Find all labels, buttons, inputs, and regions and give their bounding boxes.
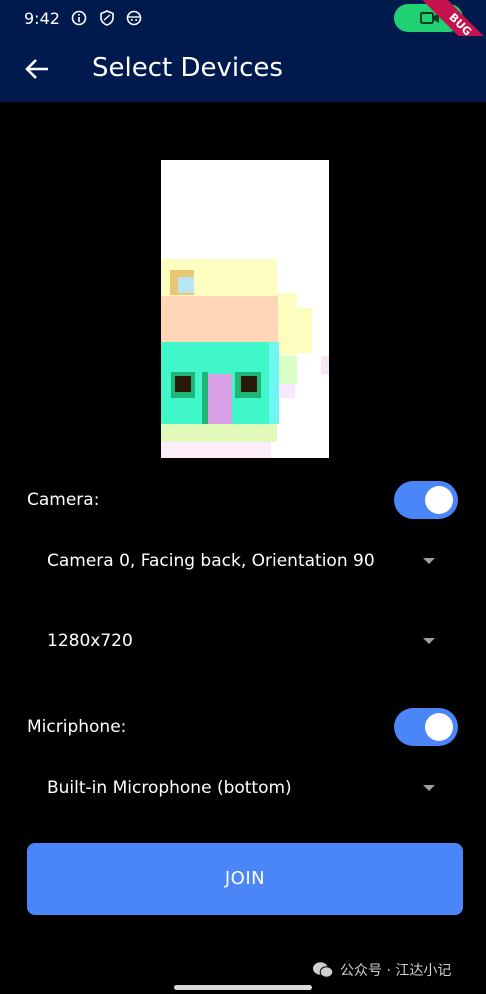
chevron-down-icon [423, 785, 435, 791]
status-time: 9:42 [24, 9, 60, 28]
microphone-label: Micriphone: [27, 717, 127, 737]
microphone-toggle[interactable] [394, 708, 458, 746]
microphone-device-dropdown[interactable]: Built-in Microphone (bottom) [47, 774, 437, 804]
status-bar: 9:42 BUG [0, 0, 486, 66]
camera-toggle-knob [425, 486, 453, 514]
camera-label: Camera: [27, 490, 100, 510]
camera-device-dropdown[interactable]: Camera 0, Facing back, Orientation 90 [47, 547, 437, 577]
microphone-device-value: Built-in Microphone (bottom) [47, 778, 292, 798]
join-button[interactable]: JOIN [27, 843, 463, 915]
chevron-down-icon [423, 638, 435, 644]
camera-preview-image [161, 160, 329, 458]
chevron-down-icon [423, 558, 435, 564]
microphone-toggle-knob [425, 713, 453, 741]
watermark-text: 公众号 · 江达小记 [340, 963, 452, 979]
resolution-value: 1280x720 [47, 631, 133, 651]
shield-icon [100, 10, 114, 26]
camera-preview [161, 160, 329, 458]
app-bar: Select Devices [0, 36, 486, 102]
page-title: Select Devices [92, 53, 283, 83]
wechat-icon [313, 962, 334, 978]
face-icon [126, 10, 142, 26]
home-indicator[interactable] [174, 985, 312, 990]
camera-device-value: Camera 0, Facing back, Orientation 90 [47, 551, 375, 571]
camera-toggle[interactable] [394, 481, 458, 519]
info-icon [71, 10, 87, 26]
resolution-dropdown[interactable]: 1280x720 [47, 627, 437, 657]
arrow-left-icon[interactable] [24, 56, 50, 82]
